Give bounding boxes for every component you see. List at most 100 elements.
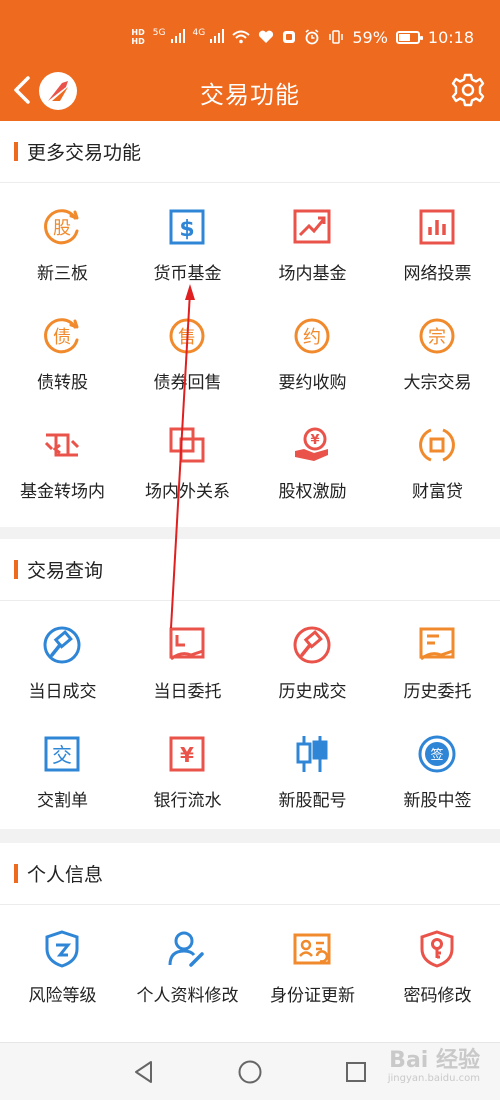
function-new-third-board[interactable]: 股 新三板 [0,183,125,292]
section-accent-bar [14,142,18,161]
yue-coin-icon: 约 [294,318,330,354]
svg-text:$: $ [179,217,194,242]
function-today-orders[interactable]: 当日委托 [125,601,250,710]
qian-badge-icon: 签 [418,735,456,773]
function-label: 场内外关系 [145,482,230,502]
function-label: 历史委托 [403,682,472,702]
section-accent-bar [14,560,18,579]
battery-icon [395,30,423,44]
settings-button[interactable] [450,72,486,108]
function-label: 历史成交 [278,682,347,702]
function-label: 财富贷 [412,482,463,502]
signal-icon [210,28,225,43]
hammer-coin-icon [43,626,81,664]
net-type-1: 5G [152,27,166,38]
cell-signal-1: 5G [153,28,185,47]
yen-hand-icon: ¥ [295,427,328,461]
section-trade-query: 交易查询 当日成交 当日委托 历史成交 历史委托 交 交割单 ¥ 银行流水 新股… [0,539,500,829]
function-label: 身份证更新 [270,986,355,1006]
candlestick-icon [296,736,328,772]
function-label: 基金转场内 [20,482,105,502]
function-label: 新股配号 [278,791,347,811]
function-label: 大宗交易 [403,373,472,393]
section-header: 更多交易功能 [0,121,500,183]
function-exchange-fund[interactable]: 场内基金 [250,183,375,292]
bar-chart-icon [419,209,455,245]
entrust-chart-icon [169,627,205,661]
transfer-icon [44,433,80,457]
function-today-deals[interactable]: 当日成交 [0,601,125,710]
function-fund-transfer[interactable]: 基金转场内 [0,401,125,510]
icon-glyph: ¥ [310,433,319,448]
function-risk-level[interactable]: 风险等级 [0,905,125,1014]
function-on-off-exchange[interactable]: 场内外关系 [125,401,250,510]
icon-glyph: 宗 [428,327,446,348]
function-label: 风险等级 [28,986,97,1006]
section-more-trading: 更多交易功能 股 新三板 $ 货币基金 场内基金 网络投票 债 债转股 售 债券… [0,121,500,527]
hd-badge-2: HD [131,37,145,46]
section-title: 交易查询 [27,560,104,582]
function-label: 新股中签 [403,791,472,811]
function-money-fund[interactable]: $ 货币基金 [125,183,250,292]
id-card-icon [293,933,331,965]
function-label: 货币基金 [153,264,222,284]
function-label: 债券回售 [153,373,222,393]
watermark: Bai 经验 jingyan.baidu.com [388,1049,480,1085]
function-label: 银行流水 [153,791,222,811]
section-header: 交易查询 [0,539,500,601]
function-tender-offer[interactable]: 约 要约收购 [250,292,375,401]
square-recents-icon [346,1062,366,1082]
function-bank-statement[interactable]: ¥ 银行流水 [125,710,250,819]
page-title: 交易功能 [200,81,300,109]
key-shield-icon [420,930,454,968]
zong-coin-icon: 宗 [419,318,455,354]
icon-glyph: 约 [303,327,321,348]
function-change-password[interactable]: 密码修改 [375,905,500,1014]
triangle-back-icon [135,1061,152,1083]
nav-recents-button[interactable] [343,1059,369,1085]
function-ipo-allotment[interactable]: 新股配号 [250,710,375,819]
function-history-orders[interactable]: 历史委托 [375,601,500,710]
icon-glyph: 债 [53,327,71,348]
function-block-trade[interactable]: 宗 大宗交易 [375,292,500,401]
shield-icon [45,930,79,968]
function-label: 要约收购 [278,373,347,393]
battery-percent: 59% [352,27,388,47]
function-bond-putback[interactable]: 售 债券回售 [125,292,250,401]
watermark-url: jingyan.baidu.com [387,1073,480,1084]
function-history-deals[interactable]: 历史成交 [250,601,375,710]
function-label: 场内基金 [278,264,347,284]
function-grid: 风险等级 个人资料修改 身份证更新 密码修改 [0,905,500,1014]
system-nav-bar: Bai 经验 jingyan.baidu.com [0,1042,500,1100]
net-type-2: 4G [192,27,206,38]
entrust-doc-icon [419,627,455,661]
circle-home-icon [238,1060,262,1084]
function-online-voting[interactable]: 网络投票 [375,183,500,292]
clock: 10:18 [427,27,474,47]
nav-home-button[interactable] [237,1059,263,1085]
function-wealth-loan[interactable]: 财富贷 [375,401,500,510]
function-edit-profile[interactable]: 个人资料修改 [125,905,250,1014]
heart-icon [259,30,274,43]
watermark-main: Bai 经验 [389,1048,480,1073]
section-title: 个人信息 [27,864,104,886]
icon-glyph: ¥ [180,743,194,767]
overlap-squares-icon [169,427,205,463]
jiao-box-icon: 交 [44,736,80,772]
function-id-card-update[interactable]: 身份证更新 [250,905,375,1014]
function-label: 当日委托 [153,682,222,702]
function-equity-incentive[interactable]: ¥ 股权激励 [250,401,375,510]
shou-coin-icon: 售 [169,318,205,354]
status-bar: HD HD 5G 4G 59% 10:18 [131,22,474,52]
yen-box-icon: ¥ [169,736,205,772]
function-debt-to-equity[interactable]: 债 债转股 [0,292,125,401]
function-label: 当日成交 [28,682,97,702]
function-settlement-slip[interactable]: 交 交割单 [0,710,125,819]
zhai-coin-icon: 债 [44,318,79,354]
function-label: 新三板 [37,264,88,284]
section-title: 更多交易功能 [27,142,142,164]
hd-indicators: HD HD [131,28,144,46]
function-ipo-winning[interactable]: 签 新股中签 [375,710,500,819]
nav-back-button[interactable] [131,1059,157,1085]
gu-coin-icon: 股 [44,209,79,245]
